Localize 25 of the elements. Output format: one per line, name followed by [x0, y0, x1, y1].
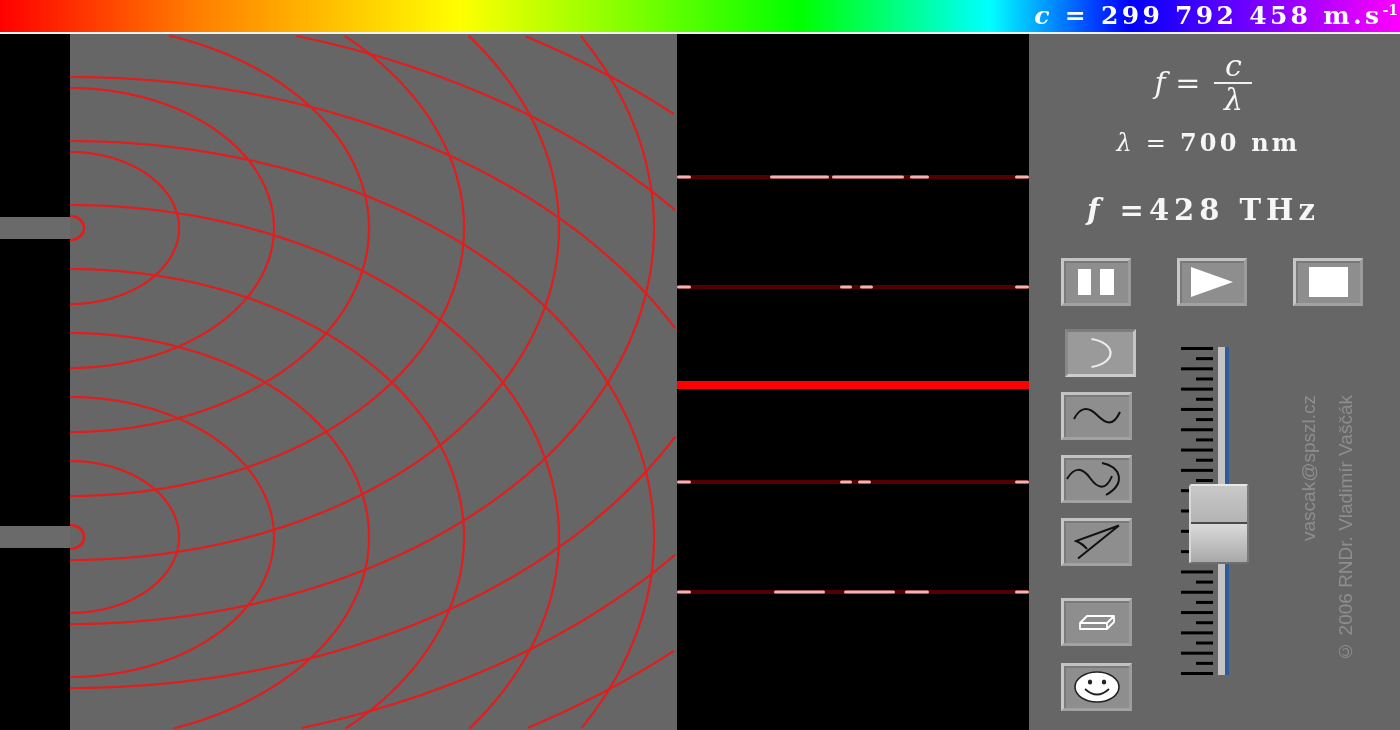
play-button[interactable] — [1177, 258, 1247, 306]
slider-thumb[interactable] — [1189, 484, 1249, 565]
formula-lhs: f = — [1154, 66, 1201, 100]
slit-opening — [0, 217, 70, 239]
angle-tool-button[interactable] — [1061, 518, 1132, 566]
smiley-icon — [1073, 671, 1120, 703]
stop-button[interactable] — [1293, 258, 1363, 306]
sine-wave-tool-button[interactable] — [1061, 392, 1132, 440]
smiley-button[interactable] — [1061, 663, 1132, 711]
angle-icon — [1073, 524, 1120, 560]
play-icon — [1191, 267, 1233, 297]
arc-tool-button[interactable] — [1065, 329, 1136, 377]
formula-numerator: c — [1224, 50, 1243, 82]
formula-denominator: λ — [1222, 84, 1244, 116]
slit-opening — [0, 526, 70, 548]
wavelength-label: λ = 700 nm — [1116, 128, 1301, 158]
stop-icon — [1308, 267, 1348, 297]
wave-arc-tool-button[interactable] — [1061, 455, 1132, 503]
arc-icon — [1089, 337, 1112, 369]
pause-icon — [1078, 269, 1114, 295]
speed-of-light-label: c = 299 792 458 m.s$^{-1}$ — [1034, 1, 1398, 31]
eraser-icon — [1078, 614, 1115, 630]
pause-button[interactable] — [1061, 258, 1131, 306]
frequency-label: f =428 THz — [1087, 193, 1320, 227]
eraser-button[interactable] — [1061, 598, 1132, 646]
